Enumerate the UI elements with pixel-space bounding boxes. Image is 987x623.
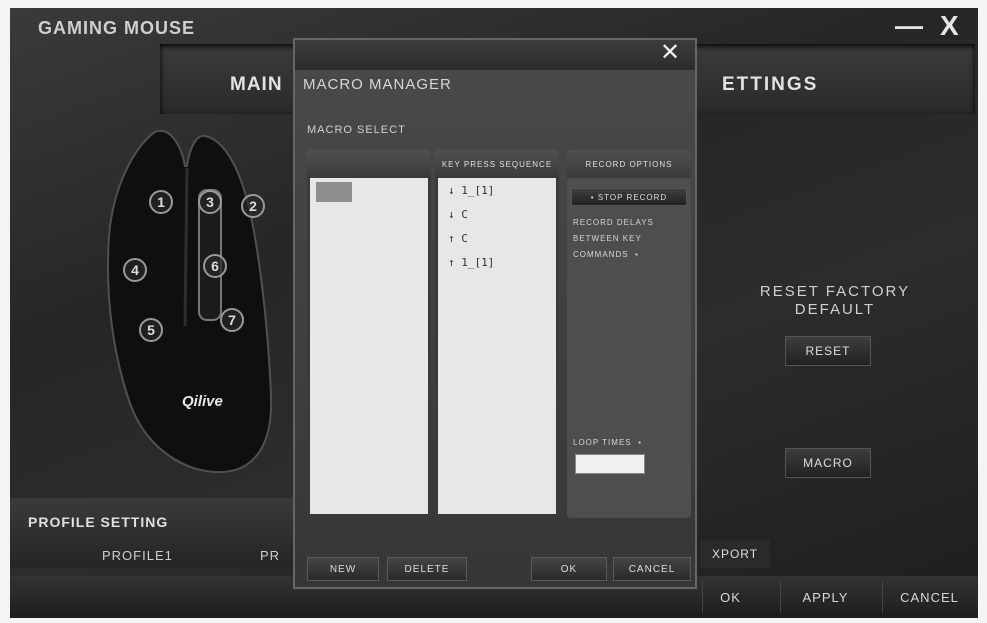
record-options-column: RECORD OPTIONS • STOP RECORD RECORD DELA…: [567, 150, 691, 518]
dialog-titlebar: [295, 40, 695, 70]
tab-settings[interactable]: ETTINGS: [722, 74, 818, 96]
reset-button[interactable]: RESET: [785, 336, 871, 366]
key-sequence-list[interactable]: ↓ 1_[1] ↓ C ↑ C ↑ 1_[1]: [438, 178, 556, 514]
profile-tab-1[interactable]: PROFILE1: [102, 548, 173, 563]
reset-label-line1: RESET FACTORY: [759, 283, 911, 300]
macro-list-header: [307, 150, 431, 178]
key-up-arrow-icon: ↑: [448, 232, 455, 245]
between-key-label: BETWEEN KEY: [573, 234, 642, 243]
footer-cancel-button[interactable]: CANCEL: [882, 581, 976, 613]
footer-ok-button[interactable]: OK: [702, 581, 758, 613]
macro-list-column: [307, 150, 431, 518]
sequence-item[interactable]: ↓ C: [448, 208, 468, 221]
checkbox-icon[interactable]: ▪: [635, 250, 639, 259]
key-up-arrow-icon: ↑: [448, 256, 455, 269]
macro-button[interactable]: MACRO: [785, 448, 871, 478]
close-button[interactable]: X: [940, 10, 959, 42]
profile-setting-title: PROFILE SETTING: [28, 514, 169, 530]
dialog-title: MACRO MANAGER: [303, 76, 452, 93]
commands-label[interactable]: COMMANDS ▪: [573, 250, 639, 259]
tab-main[interactable]: MAIN: [230, 74, 283, 96]
sequence-key: C: [461, 208, 468, 221]
footer-apply-button[interactable]: APPLY: [780, 581, 870, 613]
key-down-arrow-icon: ↓: [448, 184, 455, 197]
new-button[interactable]: NEW: [307, 557, 379, 581]
export-button[interactable]: XPORT: [700, 540, 770, 568]
record-options-header: RECORD OPTIONS: [567, 150, 691, 178]
brand-logo: Qilive: [182, 393, 223, 410]
dialog-ok-button[interactable]: OK: [531, 557, 607, 581]
key-down-arrow-icon: ↓: [448, 208, 455, 221]
record-delays-label: RECORD DELAYS: [573, 218, 654, 227]
macro-list[interactable]: [310, 178, 428, 514]
macro-select-label: MACRO SELECT: [307, 124, 406, 136]
stop-record-button[interactable]: • STOP RECORD: [571, 188, 687, 206]
mouse-button-2[interactable]: 2: [241, 194, 265, 218]
dialog-cancel-button[interactable]: CANCEL: [613, 557, 691, 581]
reset-label-line2: DEFAULT: [794, 301, 876, 318]
mouse-button-7[interactable]: 7: [220, 308, 244, 332]
dialog-close-button[interactable]: ✕: [652, 36, 688, 68]
sequence-key: 1_[1]: [461, 256, 495, 269]
mouse-button-4[interactable]: 4: [123, 258, 147, 282]
minimize-button[interactable]: —: [895, 10, 923, 42]
loop-times-label[interactable]: LOOP TIMES ▪: [573, 438, 642, 447]
app-title: GAMING MOUSE: [38, 18, 196, 38]
profile-tab-2[interactable]: PR: [260, 548, 280, 563]
mouse-silhouette-icon: [107, 129, 273, 474]
macro-list-item-selected[interactable]: [316, 182, 352, 202]
sequence-key: C: [461, 232, 468, 245]
sequence-key: 1_[1]: [461, 184, 495, 197]
commands-text: COMMANDS: [573, 250, 629, 259]
delete-button[interactable]: DELETE: [387, 557, 467, 581]
sequence-item[interactable]: ↑ C: [448, 232, 468, 245]
reset-factory-label: RESET FACTORY DEFAULT: [740, 283, 930, 319]
mouse-button-1[interactable]: 1: [149, 190, 173, 214]
key-sequence-header: KEY PRESS SEQUENCE: [435, 150, 559, 178]
mouse-button-3[interactable]: 3: [198, 190, 222, 214]
key-sequence-column: KEY PRESS SEQUENCE ↓ 1_[1] ↓ C ↑ C ↑ 1_[…: [435, 150, 559, 518]
loop-times-text: LOOP TIMES: [573, 438, 632, 447]
app-window: GAMING MOUSE — X MAIN ETTINGS 1 3 2 4 6 …: [10, 8, 978, 618]
mouse-button-5[interactable]: 5: [139, 318, 163, 342]
checkbox-icon[interactable]: ▪: [638, 438, 642, 447]
macro-manager-dialog: ✕ MACRO MANAGER MACRO SELECT KEY PRESS S…: [293, 38, 697, 589]
sequence-item[interactable]: ↓ 1_[1]: [448, 184, 494, 197]
sequence-item[interactable]: ↑ 1_[1]: [448, 256, 494, 269]
mouse-button-6[interactable]: 6: [203, 254, 227, 278]
loop-times-input[interactable]: [575, 454, 645, 474]
mouse-image: 1 3 2 4 6 5 7: [95, 126, 285, 481]
